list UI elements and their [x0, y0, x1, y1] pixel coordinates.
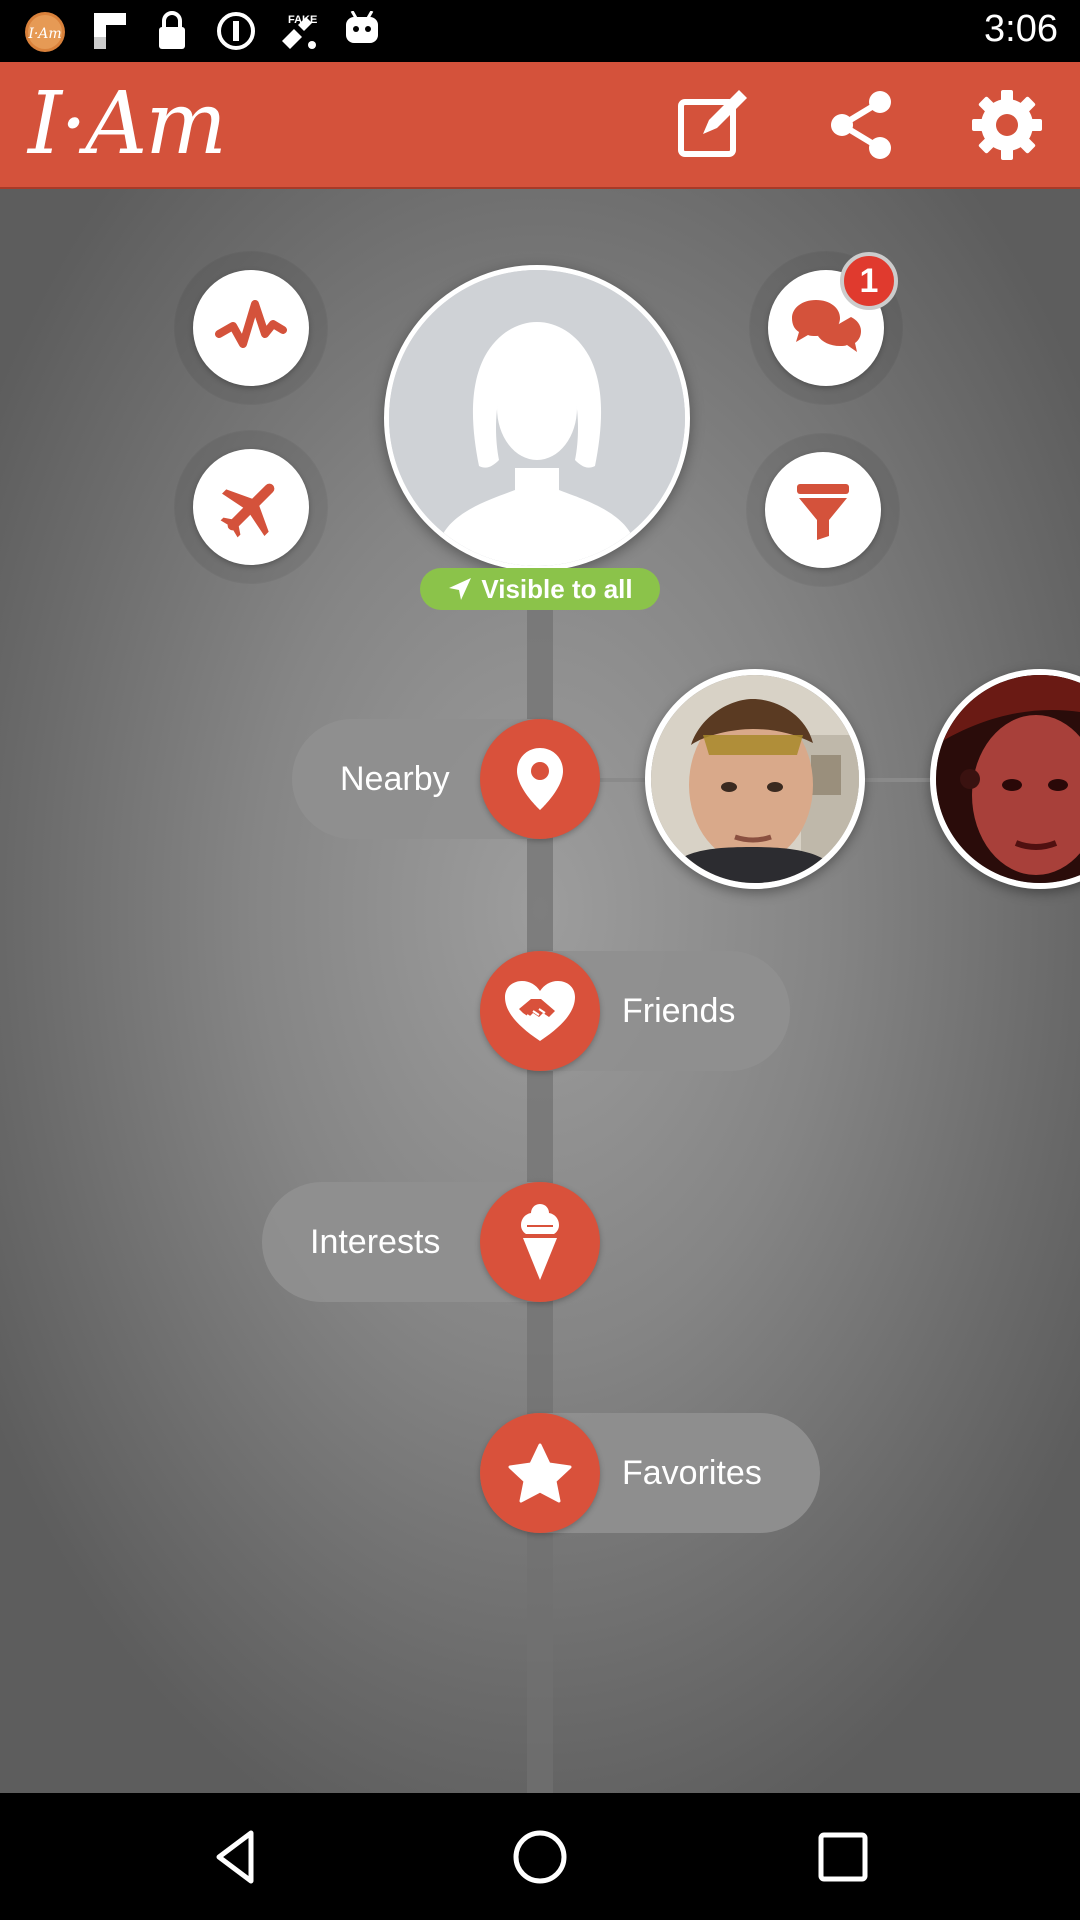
favorites-label: Favorites	[622, 1454, 762, 1492]
airplane-icon	[220, 483, 275, 538]
settings-icon[interactable]	[970, 88, 1044, 162]
handshake-heart-icon	[505, 981, 575, 1041]
recents-icon[interactable]	[813, 1827, 873, 1887]
app-logo: I·Am	[28, 74, 268, 174]
nearby-user-photo[interactable]	[645, 669, 865, 889]
back-icon[interactable]	[207, 1827, 267, 1887]
star-icon	[508, 1443, 572, 1503]
interests-label: Interests	[310, 1223, 441, 1261]
chat-icon	[792, 300, 861, 352]
fake-gps-icon: FAKE	[282, 14, 317, 49]
connector-line	[860, 778, 940, 782]
filter-icon	[797, 484, 849, 540]
navigation-bar	[0, 1793, 1080, 1920]
user-photo-image	[651, 675, 859, 883]
nearby-button[interactable]	[480, 719, 600, 839]
logo-text: I·Am	[28, 74, 227, 174]
nearby-user-photo[interactable]	[930, 669, 1080, 889]
visibility-pill[interactable]: Visible to all	[420, 568, 660, 610]
app-logo-icon: I·Am	[25, 12, 65, 52]
profile-avatar[interactable]	[384, 265, 690, 571]
activity-button[interactable]	[175, 252, 327, 404]
messages-badge: 1	[840, 252, 898, 310]
interests-button[interactable]	[480, 1182, 600, 1302]
ice-cream-icon	[521, 1204, 559, 1280]
main-area: 1 Visible to all Nearby Friends Interest…	[0, 189, 1080, 1793]
favorites-button[interactable]	[480, 1413, 600, 1533]
default-avatar-icon	[389, 270, 685, 566]
share-icon[interactable]	[824, 88, 898, 162]
svg-text:I·Am: I·Am	[27, 26, 61, 42]
nearby-label: Nearby	[340, 760, 450, 798]
clock: 3:06	[984, 8, 1058, 50]
status-bar: I·Am FAKE 3:06	[0, 0, 1080, 62]
user-photo-image	[936, 675, 1080, 883]
friends-button[interactable]	[480, 951, 600, 1071]
travel-button[interactable]	[175, 431, 327, 583]
filter-button[interactable]	[747, 434, 899, 586]
info-icon	[217, 12, 255, 50]
home-icon[interactable]	[510, 1827, 570, 1887]
visibility-label: Visible to all	[481, 573, 633, 604]
friends-label: Friends	[622, 992, 736, 1030]
location-arrow-icon	[449, 578, 472, 600]
lock-icon	[159, 11, 185, 49]
map-pin-icon	[517, 748, 563, 810]
flipboard-icon	[94, 13, 126, 49]
activity-icon	[215, 300, 287, 348]
edit-icon[interactable]	[675, 88, 749, 162]
app-header: I·Am	[0, 62, 1080, 189]
android-icon	[346, 11, 378, 43]
